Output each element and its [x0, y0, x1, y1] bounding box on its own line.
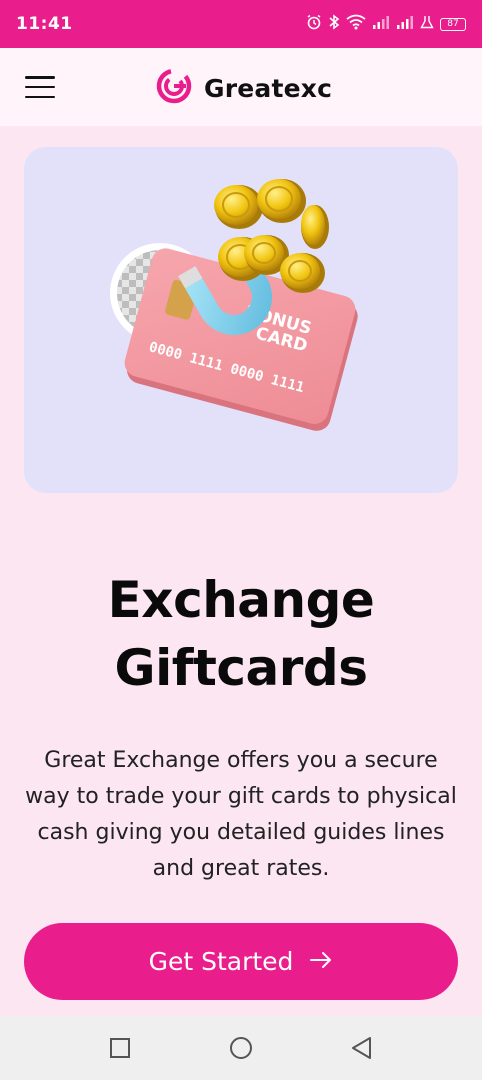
signal-icon — [372, 15, 390, 33]
lab-icon — [420, 15, 434, 33]
status-time: 11:41 — [16, 14, 73, 34]
battery-icon: 87 — [440, 17, 466, 31]
alarm-icon — [306, 14, 322, 34]
brand[interactable]: Greatexc — [156, 68, 332, 108]
bluetooth-icon — [328, 14, 340, 34]
get-started-button[interactable]: Get Started — [24, 923, 458, 1000]
hero-illustration: BONUS CARD 0000 1111 0000 1111 — [24, 147, 458, 493]
get-started-label: Get Started — [148, 947, 294, 976]
signal-icon — [396, 15, 414, 33]
square-recents-icon[interactable] — [106, 1034, 134, 1062]
hamburger-menu-icon[interactable] — [22, 72, 58, 102]
coins-illustration — [214, 179, 329, 293]
wifi-icon — [346, 14, 366, 34]
title-line-2: Giftcards — [114, 639, 368, 697]
brand-name: Greatexc — [204, 73, 333, 103]
app-header: Greatexc — [0, 48, 482, 126]
greatexc-logo-icon — [156, 68, 192, 108]
arrow-right-icon — [309, 949, 333, 975]
title-line-1: Exchange — [107, 571, 375, 629]
system-nav-bar — [0, 1016, 482, 1080]
hero-description: Great Exchange offers you a secure way t… — [25, 748, 457, 881]
circle-home-icon[interactable] — [227, 1034, 255, 1062]
status-bar: 11:41 87 — [0, 0, 482, 48]
triangle-back-icon[interactable] — [348, 1034, 376, 1062]
page-title: Exchange Giftcards — [0, 566, 482, 702]
status-icons: 87 — [306, 14, 466, 34]
